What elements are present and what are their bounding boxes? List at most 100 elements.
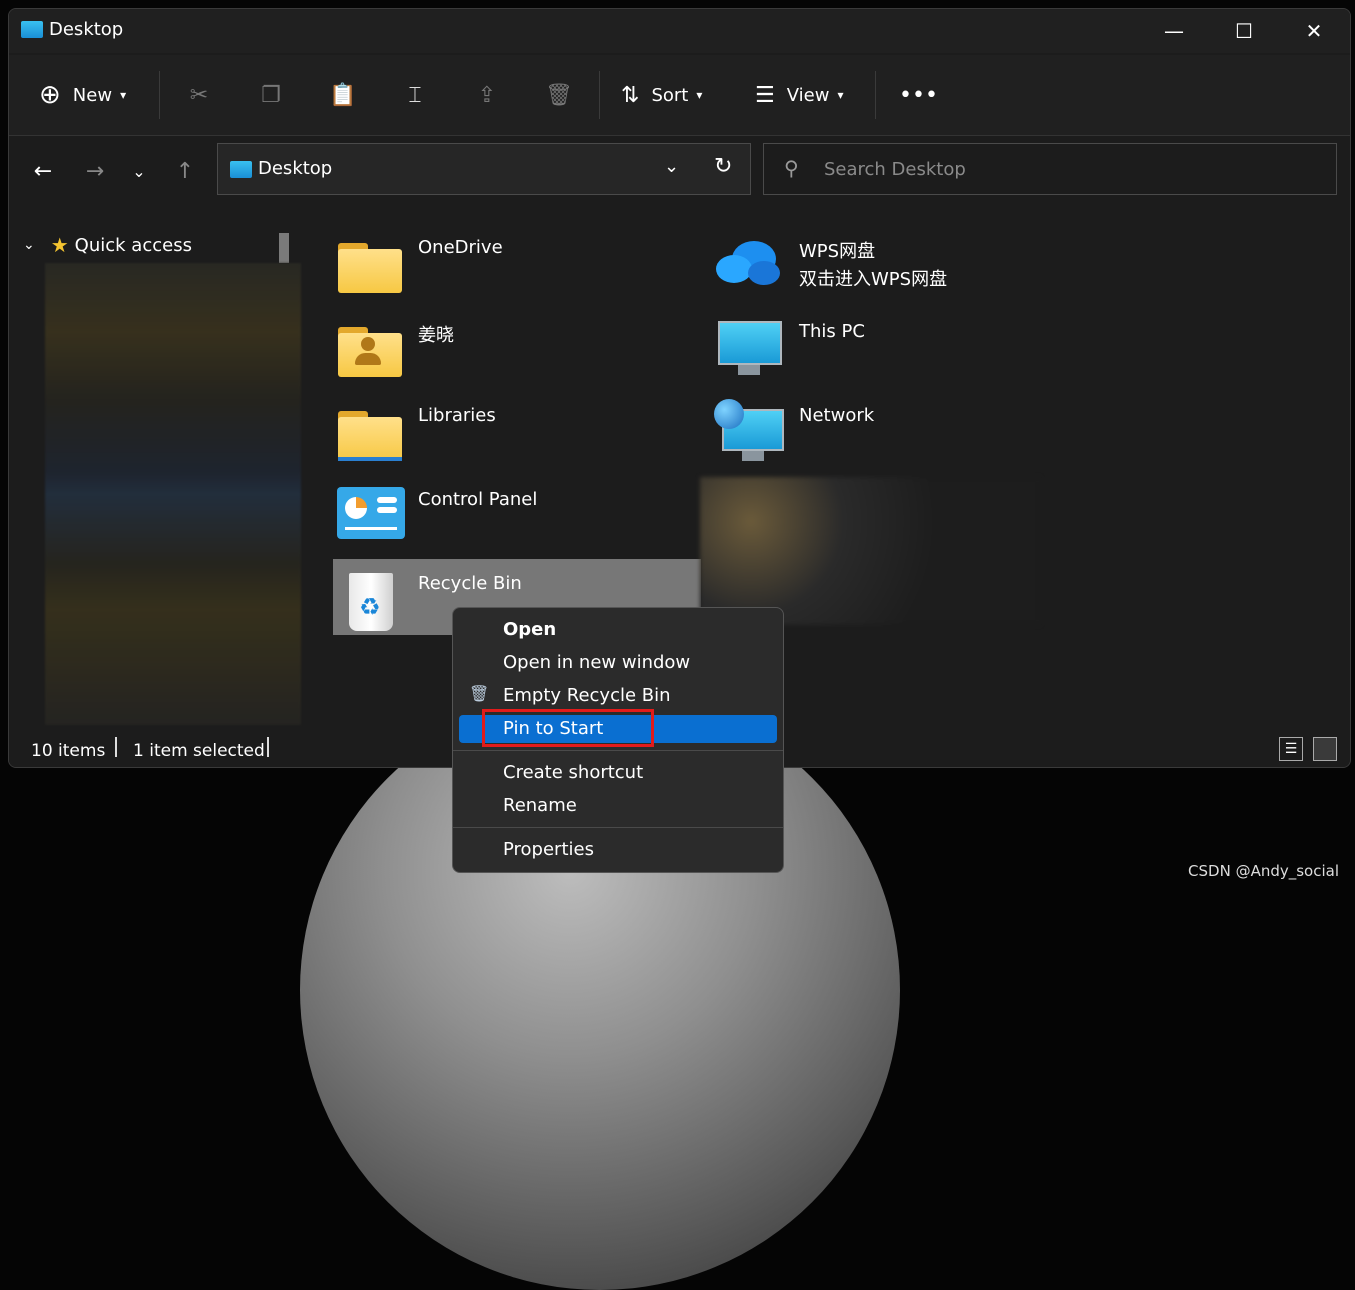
blurred-file-content: [700, 477, 1040, 625]
selection-count: 1 item selected: [133, 741, 265, 761]
list-item-network[interactable]: Network: [714, 395, 1054, 475]
trash-icon: 🗑: [545, 82, 573, 108]
view-list-icon: ☰: [755, 82, 775, 108]
status-divider: [115, 737, 117, 757]
address-bar[interactable]: Desktop ⌄ ↻: [217, 143, 751, 195]
scissors-icon: ✂: [189, 82, 209, 108]
navigation-bar: ← → ⌄ ↑ Desktop ⌄ ↻ ⚲ Search Desktop: [9, 136, 1350, 206]
list-item-this-pc[interactable]: This PC: [714, 311, 1054, 391]
recycle-bin-icon: ♻: [343, 563, 411, 631]
menu-item-empty-recycle-bin[interactable]: 🗑 Empty Recycle Bin: [459, 682, 777, 710]
share-button[interactable]: ⇪: [469, 55, 505, 135]
arrow-right-icon: →: [85, 158, 105, 184]
status-divider: [267, 737, 269, 757]
maximize-button[interactable]: ☐: [1209, 9, 1279, 53]
search-box[interactable]: ⚲ Search Desktop: [763, 143, 1337, 195]
toolbar-divider: [599, 71, 600, 119]
close-button[interactable]: ✕: [1279, 9, 1349, 53]
chevron-down-icon: ⌄: [132, 161, 146, 181]
ellipsis-icon: •••: [899, 82, 938, 108]
item-label: WPS网盘: [799, 241, 876, 262]
share-icon: ⇪: [477, 82, 497, 108]
navigation-pane: ⌄ ★ Quick access: [9, 207, 301, 732]
forward-button[interactable]: →: [77, 154, 113, 188]
chevron-down-icon: ▾: [696, 88, 703, 102]
chevron-down-icon: ▾: [120, 88, 127, 102]
annotation-highlight-box: [482, 709, 654, 747]
menu-item-create-shortcut[interactable]: Create shortcut: [459, 759, 777, 787]
more-options-button[interactable]: •••: [899, 55, 938, 135]
cut-button[interactable]: ✂: [181, 55, 217, 135]
menu-item-open-new-window[interactable]: Open in new window: [459, 649, 777, 677]
recycle-bin-icon: 🗑: [469, 684, 490, 703]
watermark: CSDN @Andy_social: [1188, 862, 1339, 880]
item-count: 10 items: [31, 741, 106, 761]
list-item-libraries[interactable]: Libraries: [333, 395, 673, 475]
monitor-icon: [714, 315, 782, 377]
sort-icon: ⇅: [621, 82, 640, 108]
minimize-button[interactable]: —: [1139, 9, 1209, 53]
plus-circle-icon: ⊕: [39, 80, 61, 110]
desktop-folder-icon: [21, 21, 43, 38]
chevron-down-icon: ▾: [837, 88, 844, 102]
quick-access-label: Quick access: [74, 234, 192, 256]
item-label: Recycle Bin: [418, 573, 522, 594]
user-folder-icon: [333, 315, 402, 377]
new-button[interactable]: ⊕ New ▾: [39, 55, 126, 135]
toolbar-divider: [875, 71, 876, 119]
library-folder-icon: [333, 399, 402, 461]
back-button[interactable]: ←: [25, 154, 61, 188]
menu-item-rename[interactable]: Rename: [459, 792, 777, 820]
list-item-wps[interactable]: WPS网盘 双击进入WPS网盘: [714, 227, 1054, 307]
delete-button[interactable]: 🗑: [541, 55, 577, 135]
item-label: Libraries: [418, 405, 496, 426]
refresh-icon[interactable]: ↻: [714, 154, 732, 179]
sort-button[interactable]: ⇅ Sort ▾: [621, 55, 702, 135]
paste-button[interactable]: 📋: [325, 55, 361, 135]
item-label: Control Panel: [418, 489, 538, 510]
item-label: This PC: [799, 321, 865, 342]
recent-locations-button[interactable]: ⌄: [121, 154, 157, 188]
menu-separator: [453, 827, 783, 828]
star-icon: ★: [50, 233, 69, 257]
view-label: View: [786, 84, 830, 106]
rename-icon: ⌶: [408, 82, 422, 108]
cloud-icon: [714, 231, 782, 293]
copy-icon: ❐: [261, 82, 281, 108]
sidebar-item-quick-access[interactable]: ⌄ ★ Quick access: [23, 233, 192, 257]
rename-button[interactable]: ⌶: [397, 55, 433, 135]
view-button[interactable]: ☰ View ▾: [755, 55, 843, 135]
arrow-left-icon: ←: [33, 158, 53, 184]
address-path: Desktop: [258, 158, 333, 179]
list-item-control-panel[interactable]: Control Panel: [333, 479, 673, 559]
chevron-down-icon: ⌄: [23, 237, 35, 253]
chevron-down-icon[interactable]: ⌄: [664, 156, 679, 177]
item-label: OneDrive: [418, 237, 503, 258]
menu-item-properties[interactable]: Properties: [459, 836, 777, 864]
menu-separator: [453, 750, 783, 751]
title-bar: Desktop — ☐ ✕: [9, 9, 1350, 53]
item-label: Network: [799, 405, 875, 426]
search-icon: ⚲: [784, 156, 799, 180]
item-sublabel: 双击进入WPS网盘: [799, 269, 948, 290]
new-label: New: [72, 84, 113, 106]
item-label: 姜晓: [418, 325, 454, 346]
copy-button[interactable]: ❐: [253, 55, 289, 135]
up-button[interactable]: ↑: [167, 154, 203, 188]
toolbar-divider: [159, 71, 160, 119]
blurred-sidebar-content: [45, 263, 301, 725]
large-icons-view-icon[interactable]: [1313, 737, 1337, 761]
sort-label: Sort: [651, 84, 689, 106]
desktop-folder-icon: [230, 161, 252, 178]
menu-item-open[interactable]: Open: [459, 616, 777, 644]
clipboard-icon: 📋: [329, 82, 357, 108]
command-bar: ⊕ New ▾ ✂ ❐ 📋 ⌶ ⇪ 🗑 ⇅ Sort ▾ ☰ View ▾ ••…: [9, 55, 1350, 136]
details-view-icon[interactable]: ☰: [1279, 737, 1303, 761]
network-icon: [714, 399, 784, 461]
window-title: Desktop: [49, 19, 124, 40]
sidebar-scrollbar[interactable]: [279, 233, 289, 263]
list-item-user[interactable]: 姜晓: [333, 311, 673, 391]
list-item-onedrive[interactable]: OneDrive: [333, 227, 673, 307]
control-panel-icon: [333, 483, 405, 545]
arrow-up-icon: ↑: [175, 158, 195, 184]
